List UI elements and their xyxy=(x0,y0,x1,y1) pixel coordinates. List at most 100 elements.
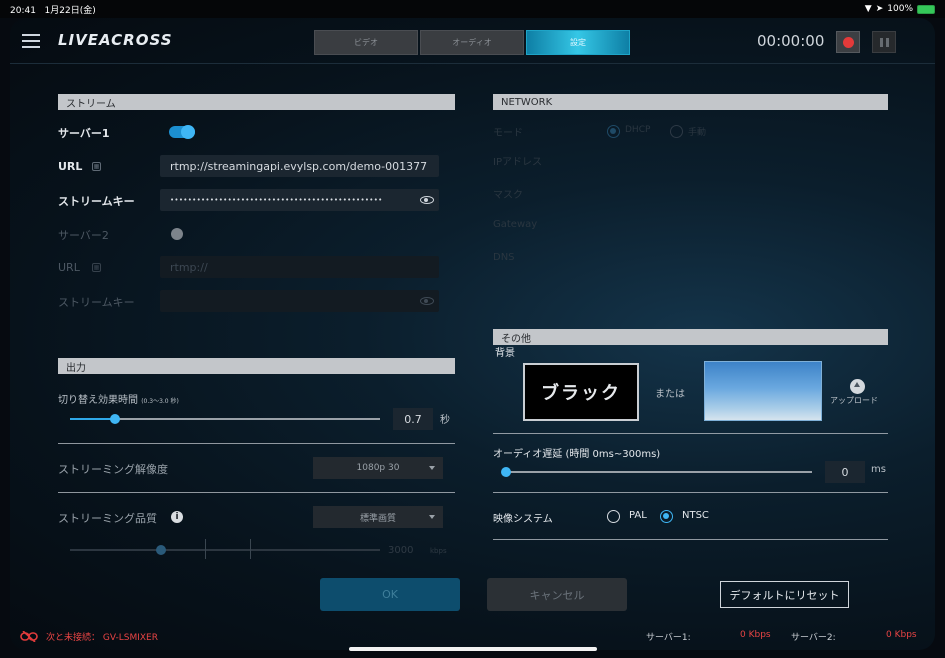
connection-status-bar: 次と未接続： GV-LSMIXER サーバー1: 0 Kbps サーバー2: 0… xyxy=(10,622,935,650)
divider xyxy=(493,492,888,493)
menu-icon[interactable] xyxy=(22,34,40,48)
resolution-select[interactable]: 1080p 30 xyxy=(313,457,443,479)
url2-qr-icon[interactable]: ▦ xyxy=(92,263,101,272)
pause-button[interactable] xyxy=(872,31,896,53)
audio-delay-value[interactable]: 0 xyxy=(825,461,865,483)
url2-input[interactable]: rtmp:// xyxy=(160,256,439,278)
location-icon: ➤ xyxy=(875,4,884,14)
chevron-down-icon xyxy=(429,515,435,519)
transition-slider-knob[interactable] xyxy=(110,414,120,424)
bitrate-tick xyxy=(250,539,251,559)
wifi-icon: ▼ xyxy=(864,4,872,14)
dns-label: DNS xyxy=(493,252,515,263)
record-button[interactable] xyxy=(836,31,860,53)
audio-delay-label: オーディオ遅延 (時間 0ms~300ms) xyxy=(493,449,661,460)
reset-defaults-button[interactable]: デフォルトにリセット xyxy=(720,581,849,608)
transition-range: (0.3～3.0 秒) xyxy=(141,398,179,405)
mode-dhcp-radio[interactable] xyxy=(607,125,620,138)
clock-date: 1月22日(金) xyxy=(44,5,96,16)
cancel-button[interactable]: キャンセル xyxy=(487,578,627,611)
video-system-pal-radio[interactable] xyxy=(607,510,620,523)
bitrate-slider-knob[interactable] xyxy=(156,545,166,555)
mode-dhcp-label: DHCP xyxy=(625,125,651,135)
mode-tabs: ビデオ オーディオ 設定 xyxy=(314,30,630,55)
video-system-label: 映像システム xyxy=(493,514,553,525)
ip-label: IPアドレス xyxy=(493,157,542,168)
upload-label[interactable]: アップロード xyxy=(830,395,878,406)
app-logo: LIVEACROSS xyxy=(58,31,173,49)
home-indicator[interactable] xyxy=(349,647,597,651)
audio-delay-slider-knob[interactable] xyxy=(501,467,511,477)
mode-label: モード xyxy=(493,128,523,139)
transition-value[interactable]: 0.7 xyxy=(393,408,433,430)
video-system-ntsc-label: NTSC xyxy=(682,510,709,521)
key2-input[interactable] xyxy=(160,290,439,312)
audio-delay-slider-track[interactable] xyxy=(505,471,812,473)
key1-label: ストリームキー xyxy=(58,195,135,208)
other-section-header: その他 xyxy=(493,329,888,345)
background-image-option[interactable] xyxy=(704,361,822,421)
server1-label: サーバー1 xyxy=(58,127,110,140)
transition-unit: 秒 xyxy=(440,415,450,426)
record-icon xyxy=(842,36,854,48)
key1-input[interactable]: ••••••••••••••••••••••••••••••••••••••••… xyxy=(160,189,439,211)
url1-input[interactable]: rtmp://streamingapi.evylsp.com/demo-0013… xyxy=(160,155,439,177)
tab-settings[interactable]: 設定 xyxy=(526,30,630,55)
header-divider xyxy=(10,63,935,64)
server2-rate-label: サーバー2: xyxy=(791,633,836,643)
bitrate-value: 3000 xyxy=(388,545,414,556)
clock-time: 20:41 xyxy=(10,5,36,16)
server2-label: サーバー2 xyxy=(58,229,109,242)
server2-rate: 0 Kbps xyxy=(886,630,917,640)
top-bar: LIVEACROSS ビデオ オーディオ 設定 00:00:00 xyxy=(10,18,935,63)
link-off-icon xyxy=(20,631,38,642)
server2-toggle[interactable] xyxy=(169,228,195,240)
url-qr-icon[interactable]: ▦ xyxy=(92,162,101,171)
ok-button[interactable]: OK xyxy=(320,578,460,611)
background-black-option[interactable]: ブラック xyxy=(523,363,639,421)
pause-icon xyxy=(879,37,883,47)
mask-label: マスク xyxy=(493,190,523,201)
network-section-header: NETWORK xyxy=(493,94,888,110)
bitrate-unit: kbps xyxy=(430,547,447,555)
bitrate-slider-track[interactable] xyxy=(70,549,380,551)
gateway-label: Gateway xyxy=(493,219,538,230)
mode-manual-radio[interactable] xyxy=(670,125,683,138)
or-text: または xyxy=(655,389,685,400)
divider xyxy=(493,433,888,434)
server1-toggle[interactable] xyxy=(169,125,195,139)
divider xyxy=(58,443,455,444)
url1-label: URL xyxy=(58,160,83,173)
battery-icon xyxy=(917,4,935,14)
background-label: 背景 xyxy=(495,348,515,359)
server1-rate-label: サーバー1: xyxy=(646,633,691,643)
transition-label: 切り替え効果時間 (0.3～3.0 秒) xyxy=(58,395,179,406)
show-key2-eye-icon[interactable] xyxy=(420,297,434,305)
info-icon[interactable]: i xyxy=(171,511,183,523)
key2-label: ストリームキー xyxy=(58,296,135,309)
audio-delay-unit: ms xyxy=(871,464,886,475)
video-system-ntsc-radio[interactable] xyxy=(660,510,673,523)
recording-timer: 00:00:00 xyxy=(757,32,825,50)
battery-percent: 100% xyxy=(887,4,913,14)
tab-video[interactable]: ビデオ xyxy=(314,30,418,55)
quality-select[interactable]: 標準画質 xyxy=(313,506,443,528)
bitrate-tick xyxy=(205,539,206,559)
app-window: LIVEACROSS ビデオ オーディオ 設定 00:00:00 ストリーム サ… xyxy=(10,18,935,650)
chevron-down-icon xyxy=(429,466,435,470)
divider xyxy=(58,492,455,493)
output-section-header: 出力 xyxy=(58,358,455,374)
connection-status-text: 次と未接続： GV-LSMIXER xyxy=(46,633,158,643)
video-system-pal-label: PAL xyxy=(629,510,647,521)
url2-label: URL xyxy=(58,261,80,274)
mode-manual-label: 手動 xyxy=(688,128,707,138)
server1-rate: 0 Kbps xyxy=(740,630,771,640)
stream-section-header: ストリーム xyxy=(58,94,455,110)
quality-label: ストリーミング品質 xyxy=(58,512,157,525)
upload-icon[interactable] xyxy=(850,379,865,394)
system-status-bar: 20:41 1月22日(金) ▼ ➤ 100% xyxy=(0,0,945,18)
show-key1-eye-icon[interactable] xyxy=(420,196,434,204)
resolution-label: ストリーミング解像度 xyxy=(58,463,168,476)
tab-audio[interactable]: オーディオ xyxy=(420,30,524,55)
divider xyxy=(493,539,888,540)
